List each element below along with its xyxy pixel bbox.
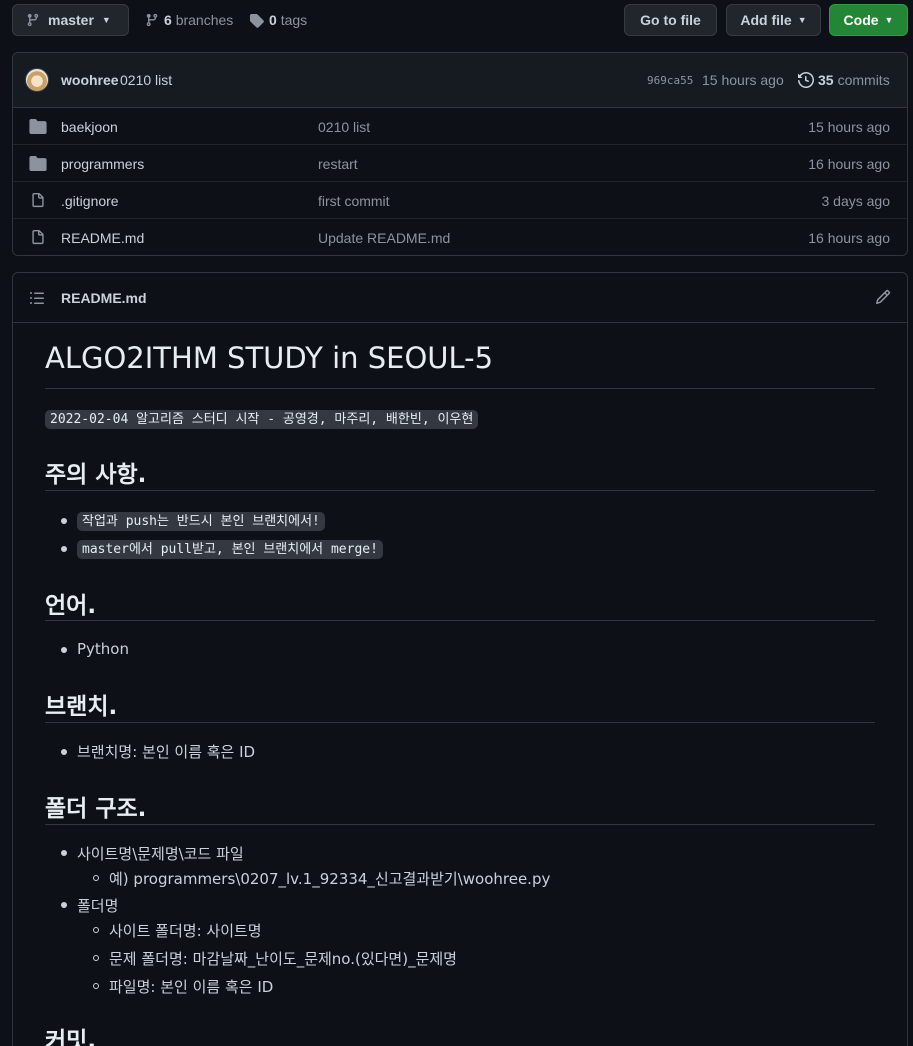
file-icon (32, 193, 44, 208)
go-to-file-button[interactable]: Go to file (624, 4, 717, 36)
latest-commit-bar: woohree 0210 list 969ca55 15 hours ago 3… (13, 53, 907, 108)
bullet-dot (61, 546, 67, 552)
file-row-baekjoon[interactable]: baekjoon 0210 list 15 hours ago (13, 108, 907, 145)
bullet-circle (93, 983, 99, 989)
file-commit-time: 16 hours ago (808, 156, 890, 172)
commit-author-link[interactable]: woohree (61, 72, 119, 88)
code-button[interactable]: Code ▼ (829, 4, 908, 36)
table-of-contents-icon[interactable] (29, 290, 45, 306)
file-commit-time: 3 days ago (821, 193, 891, 209)
intro-code: 2022-02-04 알고리즘 스터디 시작 - 공영경, 마주리, 배한빈, … (45, 410, 479, 429)
bullet-dot (61, 518, 67, 524)
file-row-gitignore[interactable]: .gitignore first commit 3 days ago (13, 182, 907, 219)
bullet-circle (93, 875, 99, 881)
file-commit-message[interactable]: 0210 list (318, 119, 370, 135)
divider (45, 824, 875, 825)
list-subitem: 파일명: 본인 이름 혹은 ID (109, 978, 274, 996)
file-name-link[interactable]: programmers (61, 156, 144, 172)
notes-heading: 주의 사항. (45, 462, 147, 488)
commits-label: commits (837, 72, 890, 88)
list-item: 폴더명 (77, 897, 119, 915)
commits-link[interactable]: 35 commits (798, 72, 890, 88)
file-browser: woohree 0210 list 969ca55 15 hours ago 3… (12, 52, 908, 256)
bullet-circle (93, 955, 99, 961)
bullet-dot (61, 647, 67, 653)
git-branch-icon (146, 13, 158, 27)
readme-title-heading: ALGO2ITHM STUDY in SEOUL-5 (45, 341, 494, 375)
commit-heading: 커밋. (45, 1028, 97, 1046)
file-row-readme[interactable]: README.md Update README.md 16 hours ago (13, 219, 907, 255)
caret-down-icon: ▼ (101, 15, 111, 25)
list-subitem: 예) programmers\0207_lv.1_92334_신고결과받기\wo… (109, 870, 551, 888)
readme-header: README.md (13, 273, 907, 323)
file-commit-message[interactable]: first commit (318, 193, 390, 209)
tag-icon (249, 13, 264, 28)
bullet-circle (93, 927, 99, 933)
file-icon (32, 230, 44, 245)
divider (45, 490, 875, 491)
list-item: 작업과 push는 반드시 본인 브랜치에서! (77, 510, 325, 531)
divider (45, 388, 875, 389)
readme-panel: README.md ALGO2ITHM STUDY in SEOUL-5 202… (12, 272, 908, 1046)
git-branch-icon (27, 13, 39, 27)
add-file-button[interactable]: Add file ▼ (726, 4, 821, 36)
bullet-dot (61, 749, 67, 755)
file-name-link[interactable]: .gitignore (61, 193, 119, 209)
tags-count: 0 (269, 12, 277, 28)
list-item: 브랜치명: 본인 이름 혹은 ID (77, 743, 256, 761)
notes-item-code: 작업과 push는 반드시 본인 브랜치에서! (77, 512, 325, 531)
divider (45, 620, 875, 621)
language-heading: 언어. (45, 593, 97, 619)
bullet-dot (61, 902, 67, 908)
branch-select-button[interactable]: master ▼ (12, 4, 129, 36)
file-commit-message[interactable]: restart (318, 156, 358, 172)
branch-heading: 브랜치. (45, 694, 118, 720)
file-commit-message[interactable]: Update README.md (318, 230, 450, 246)
file-name-link[interactable]: baekjoon (61, 119, 118, 135)
code-label: Code (843, 12, 879, 28)
tags-label: tags (280, 12, 308, 28)
file-name-link[interactable]: README.md (61, 230, 144, 246)
folders-heading: 폴더 구조. (45, 796, 147, 822)
folder-icon (29, 156, 47, 171)
list-subitem: 문제 폴더명: 마감날짜_난이도_문제no.(있다면)_문제명 (109, 950, 457, 968)
history-icon (798, 72, 814, 88)
commits-count: 35 (818, 72, 834, 88)
intro-line: 2022-02-04 알고리즘 스터디 시작 - 공영경, 마주리, 배한빈, … (45, 408, 479, 429)
file-commit-time: 16 hours ago (808, 230, 890, 246)
caret-down-icon: ▼ (797, 15, 807, 25)
list-item: Python (77, 640, 129, 658)
commit-time: 15 hours ago (702, 72, 784, 88)
caret-down-icon: ▼ (884, 15, 894, 25)
pencil-icon[interactable] (875, 289, 891, 305)
avatar[interactable] (25, 68, 49, 92)
divider (45, 722, 875, 723)
readme-filename-link[interactable]: README.md (61, 290, 147, 306)
repo-toolbar: master ▼ 6 branches 0 tags Go to file Ad… (12, 4, 908, 36)
file-row-programmers[interactable]: programmers restart 16 hours ago (13, 145, 907, 182)
notes-item-code: master에서 pull받고, 본인 브랜치에서 merge! (77, 540, 383, 559)
list-item: 사이트명\문제명\코드 파일 (77, 845, 244, 863)
add-file-label: Add file (740, 12, 792, 28)
list-subitem: 사이트 폴더명: 사이트명 (109, 922, 262, 940)
file-commit-time: 15 hours ago (808, 119, 890, 135)
branches-link[interactable]: 6 branches (145, 4, 233, 36)
folder-icon (29, 119, 47, 134)
branches-label: branches (175, 12, 234, 28)
branch-name: master (48, 12, 94, 28)
branches-count: 6 (164, 12, 172, 28)
list-item: master에서 pull받고, 본인 브랜치에서 merge! (77, 538, 383, 559)
tags-link[interactable]: 0 tags (249, 4, 307, 36)
commit-hash-link[interactable]: 969ca55 (647, 74, 693, 87)
commit-message-link[interactable]: 0210 list (120, 72, 172, 88)
bullet-dot (61, 850, 67, 856)
